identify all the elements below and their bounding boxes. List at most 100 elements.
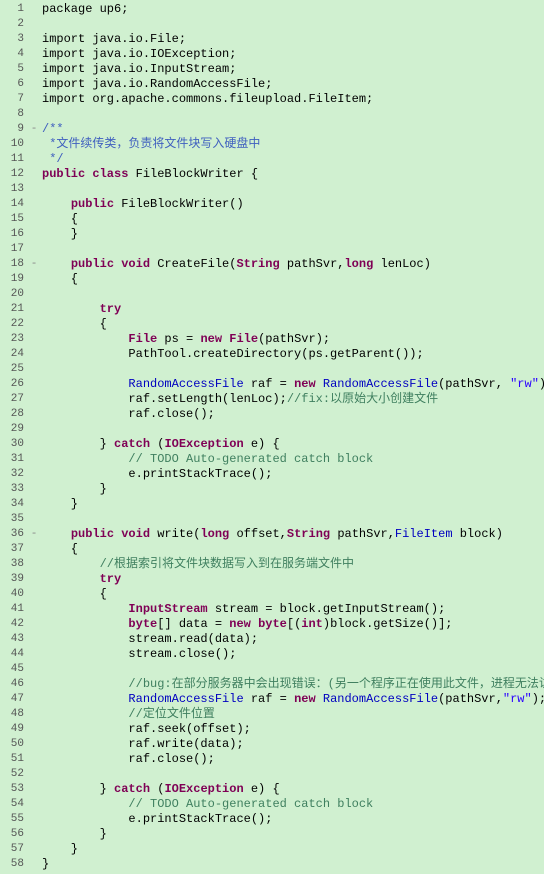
code-line: 55 e.printStackTrace();	[0, 812, 544, 827]
line-number: 21	[0, 302, 28, 317]
code-line: 30 } catch (IOException e) {	[0, 437, 544, 452]
line-number: 54	[0, 797, 28, 812]
line-number: 24	[0, 347, 28, 362]
fold-indicator	[28, 302, 40, 317]
fold-indicator[interactable]: -	[28, 257, 40, 272]
line-content: import java.io.File;	[40, 32, 544, 47]
line-content: RandomAccessFile raf = new RandomAccessF…	[40, 692, 544, 707]
fold-indicator	[28, 272, 40, 287]
line-number: 56	[0, 827, 28, 842]
fold-indicator	[28, 287, 40, 302]
code-line: 5 import java.io.InputStream;	[0, 62, 544, 77]
line-number: 53	[0, 782, 28, 797]
fold-indicator	[28, 452, 40, 467]
code-line: 8	[0, 107, 544, 122]
line-content	[40, 242, 544, 257]
line-number: 58	[0, 857, 28, 872]
code-line: 21 try	[0, 302, 544, 317]
line-number: 49	[0, 722, 28, 737]
line-number: 38	[0, 557, 28, 572]
line-number: 43	[0, 632, 28, 647]
line-content	[40, 512, 544, 527]
fold-indicator	[28, 197, 40, 212]
code-line: 15 {	[0, 212, 544, 227]
line-number: 13	[0, 182, 28, 197]
code-line: 41 InputStream stream = block.getInputSt…	[0, 602, 544, 617]
line-number: 28	[0, 407, 28, 422]
code-line: 52	[0, 767, 544, 782]
code-line: 12 public class FileBlockWriter {	[0, 167, 544, 182]
code-line: 37 {	[0, 542, 544, 557]
code-line: 1 package up6;	[0, 2, 544, 17]
fold-indicator[interactable]: -	[28, 122, 40, 137]
code-line: 32 e.printStackTrace();	[0, 467, 544, 482]
line-content: raf.close();	[40, 407, 544, 422]
fold-indicator	[28, 47, 40, 62]
line-number: 48	[0, 707, 28, 722]
line-content: import org.apache.commons.fileupload.Fil…	[40, 92, 544, 107]
code-line: 45	[0, 662, 544, 677]
code-line: 22 {	[0, 317, 544, 332]
fold-indicator	[28, 512, 40, 527]
line-number: 3	[0, 32, 28, 47]
line-number: 37	[0, 542, 28, 557]
line-number: 46	[0, 677, 28, 692]
line-content: raf.seek(offset);	[40, 722, 544, 737]
line-number: 44	[0, 647, 28, 662]
code-line: 17	[0, 242, 544, 257]
code-line: 42 byte[] data = new byte[(int)block.get…	[0, 617, 544, 632]
line-number: 9	[0, 122, 28, 137]
line-number: 42	[0, 617, 28, 632]
line-number: 47	[0, 692, 28, 707]
line-content: public FileBlockWriter()	[40, 197, 544, 212]
code-line: 24 PathTool.createDirectory(ps.getParent…	[0, 347, 544, 362]
fold-indicator	[28, 92, 40, 107]
line-number: 22	[0, 317, 28, 332]
fold-indicator	[28, 542, 40, 557]
line-number: 5	[0, 62, 28, 77]
code-line: 28 raf.close();	[0, 407, 544, 422]
code-line: 11 */	[0, 152, 544, 167]
line-content: } catch (IOException e) {	[40, 782, 544, 797]
fold-indicator	[28, 827, 40, 842]
line-content	[40, 662, 544, 677]
line-content: import java.io.InputStream;	[40, 62, 544, 77]
line-content: }	[40, 857, 544, 872]
fold-indicator	[28, 737, 40, 752]
fold-indicator	[28, 17, 40, 32]
line-number: 26	[0, 377, 28, 392]
code-line: 57 }	[0, 842, 544, 857]
code-line: 40 {	[0, 587, 544, 602]
line-content: e.printStackTrace();	[40, 467, 544, 482]
code-line: 29	[0, 422, 544, 437]
line-content: try	[40, 302, 544, 317]
line-number: 15	[0, 212, 28, 227]
fold-indicator	[28, 497, 40, 512]
code-line: 13	[0, 182, 544, 197]
line-content: {	[40, 587, 544, 602]
line-number: 16	[0, 227, 28, 242]
fold-indicator	[28, 77, 40, 92]
fold-indicator[interactable]: -	[28, 527, 40, 542]
code-line: 19 {	[0, 272, 544, 287]
code-line: 47 RandomAccessFile raf = new RandomAcce…	[0, 692, 544, 707]
fold-indicator	[28, 572, 40, 587]
line-number: 20	[0, 287, 28, 302]
line-number: 57	[0, 842, 28, 857]
code-line: 2	[0, 17, 544, 32]
line-content: import java.io.RandomAccessFile;	[40, 77, 544, 92]
line-number: 17	[0, 242, 28, 257]
code-line: 16 }	[0, 227, 544, 242]
code-line: 18- public void CreateFile(String pathSv…	[0, 257, 544, 272]
line-number: 35	[0, 512, 28, 527]
line-content: RandomAccessFile raf = new RandomAccessF…	[40, 377, 544, 392]
fold-indicator	[28, 602, 40, 617]
code-line: 23 File ps = new File(pathSvr);	[0, 332, 544, 347]
fold-indicator	[28, 842, 40, 857]
line-content: public void write(long offset,String pat…	[40, 527, 544, 542]
fold-indicator	[28, 347, 40, 362]
code-line: 35	[0, 512, 544, 527]
fold-indicator	[28, 212, 40, 227]
code-line: 51 raf.close();	[0, 752, 544, 767]
line-content: {	[40, 317, 544, 332]
